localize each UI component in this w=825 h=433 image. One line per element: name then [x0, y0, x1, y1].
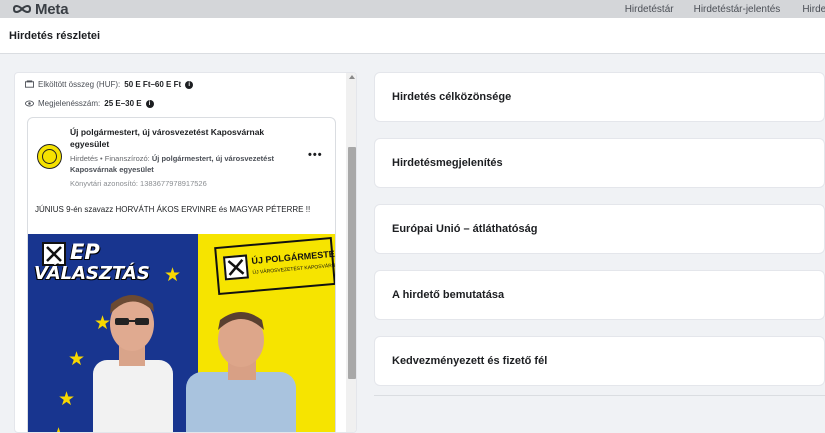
more-options-button[interactable]: ••• — [308, 149, 323, 161]
section-advertiser-info-label: A hirdető bemutatása — [392, 289, 505, 301]
meta-infinity-icon — [12, 5, 32, 13]
spend-value: 50 E Ft–60 E Ft — [124, 80, 182, 89]
ad-type-label: Hirdetés — [70, 154, 98, 163]
eye-icon — [25, 100, 34, 107]
ad-body-text: JÚNIUS 9-én szavazz HORVÁTH ÁKOS ERVINRE… — [35, 205, 311, 214]
creative-title-line2: VÁLASZTÁS — [34, 263, 150, 284]
spend-label: Elköltött összeg (HUF): — [38, 80, 121, 89]
scrollbar-thumb[interactable] — [348, 147, 356, 379]
section-eu-transparency-label: Európai Unió – átláthatóság — [392, 223, 538, 235]
section-audience-label: Hirdetés célközönsége — [392, 91, 512, 103]
section-eu-transparency[interactable]: Európai Unió – átláthatóság — [374, 204, 825, 254]
section-delivery-label: Hirdetésmegjelenítés — [392, 157, 503, 169]
library-id: Könyvtári azonosító: 1383677978917526 — [70, 179, 207, 188]
meta-logo-text: Meta — [35, 0, 69, 18]
sponsor-line: Hirdetés • Finanszírozó: Új polgármester… — [70, 154, 274, 174]
nav-ad-library-report[interactable]: Hirdetéstár-jelentés — [694, 4, 781, 15]
spend-info-icon[interactable]: i — [185, 80, 194, 89]
eu-star-icon: ★ — [58, 389, 76, 410]
page-name[interactable]: Új polgármestert, új városvezetést Kapos… — [70, 126, 300, 150]
section-divider — [374, 395, 825, 396]
impressions-stat: Megjelenésszám: 25 E–30 E i — [25, 99, 154, 108]
section-advertiser-info[interactable]: A hirdető bemutatása — [374, 270, 825, 320]
creative-title-line1: EP — [70, 240, 100, 264]
avatar-emblem — [42, 149, 57, 164]
nav-third[interactable]: Hirdet — [802, 4, 825, 15]
impressions-label: Megjelenésszám: — [38, 99, 101, 108]
impressions-info-icon[interactable]: i — [145, 99, 154, 108]
meta-logo[interactable]: Meta — [12, 0, 69, 18]
money-icon — [25, 80, 34, 88]
section-audience[interactable]: Hirdetés célközönsége — [374, 72, 825, 122]
eu-star-icon: ★ — [164, 265, 182, 286]
page-avatar[interactable] — [37, 144, 62, 169]
eu-star-icon: ★ — [50, 426, 67, 432]
section-delivery[interactable]: Hirdetésmegjelenítés — [374, 138, 825, 188]
section-beneficiary-payer[interactable]: Kedvezményezett és fizető fél — [374, 336, 825, 386]
modal-header: Hirdetés részletei — [0, 18, 825, 54]
creative-title: EP VÁLASZTÁS — [34, 240, 150, 285]
scroll-up-arrow-icon[interactable] — [349, 75, 355, 79]
ad-card: Új polgármestert, új városvezetést Kapos… — [27, 117, 336, 432]
nav-ad-library[interactable]: Hirdetéstár — [625, 4, 674, 15]
campaign-stamp: ÚJ POLGÁRMESTERT ÚJ VÁROSVEZETÉST KAPOSV… — [214, 236, 335, 296]
section-beneficiary-payer-label: Kedvezményezett és fizető fél — [392, 355, 548, 367]
top-bar: Meta Hirdetéstár Hirdetéstár-jelentés Hi… — [0, 0, 825, 18]
top-nav: Hirdetéstár Hirdetéstár-jelentés Hirdet — [625, 0, 825, 18]
candidate-photo-right — [186, 312, 296, 432]
ad-preview-pane[interactable]: Elköltött összeg (HUF): 50 E Ft–60 E Ft … — [14, 72, 357, 433]
candidate-photo-left — [93, 295, 173, 432]
impressions-value: 25 E–30 E — [104, 99, 142, 108]
sponsor-name[interactable]: Új polgármestert, új városvezetést Kapos… — [70, 154, 274, 174]
stamp-ballot-x-icon — [222, 254, 249, 281]
modal-title: Hirdetés részletei — [9, 29, 101, 42]
ad-creative-image[interactable]: ★ ★ ★ ★ ★ EP VÁLASZTÁS ÚJ POLGÁRMESTERT — [28, 234, 335, 432]
sponsor-prefix: Finanszírozó: — [104, 154, 150, 163]
spend-stat: Elköltött összeg (HUF): 50 E Ft–60 E Ft … — [25, 80, 194, 89]
